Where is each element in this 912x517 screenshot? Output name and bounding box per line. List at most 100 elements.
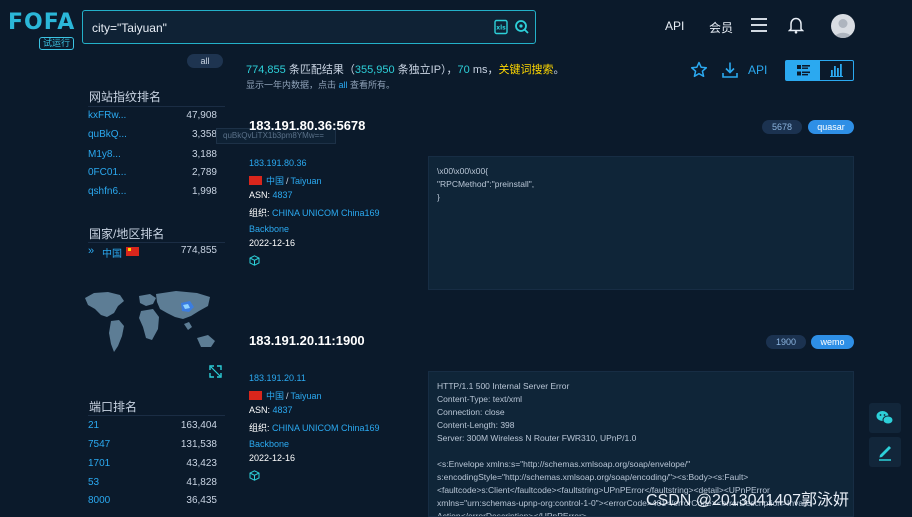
top-bar: FOFA 试运行 xls API 会员 (0, 0, 912, 52)
site-rank-row[interactable]: M1y8... 3,188 (88, 149, 217, 167)
result-org: 组织: CHINA UNICOM China169 Backbone (249, 205, 413, 237)
show-all-link[interactable]: all (339, 80, 348, 90)
country-rank-title: 国家/地区排名 (89, 227, 165, 241)
view-toggle (785, 60, 854, 81)
cube-icon[interactable] (249, 470, 260, 481)
site-rank-key[interactable]: 0FC01... (88, 167, 126, 178)
fofa-logo[interactable]: FOFA 试运行 (8, 10, 74, 50)
user-avatar[interactable] (831, 14, 855, 38)
feedback-button[interactable] (869, 437, 901, 467)
result-date: 2022-12-16 (249, 238, 296, 248)
product-tag[interactable]: wemo (811, 335, 854, 349)
site-rank-value: 2,789 (191, 167, 217, 178)
xlsx-icon[interactable]: xls (493, 19, 509, 35)
star-icon[interactable] (690, 61, 708, 79)
result-asn: ASN: 4837 (249, 190, 293, 200)
asn-label: ASN: (249, 405, 273, 415)
result-host[interactable]: 183.191.20.11:1900 (249, 333, 365, 348)
country-rank-row[interactable]: » 中国 774,855 (88, 245, 217, 261)
double-chevron-right-icon: » (88, 245, 95, 257)
chart-view-button[interactable] (820, 61, 853, 80)
keyword-search-link[interactable]: 关键词搜索 (499, 64, 554, 76)
result-city[interactable]: Taiyuan (291, 176, 322, 186)
site-rank-row[interactable]: qshfn6... 1,998 (88, 186, 217, 204)
query-time: 70 (457, 64, 470, 76)
stats-text: 。 (553, 64, 565, 76)
asn-value[interactable]: 4837 (273, 405, 293, 415)
product-tag[interactable]: quasar (808, 120, 854, 134)
result-card: 183.191.80.36:5678 5678 quasar 183.191.8… (240, 118, 860, 328)
wechat-button[interactable] (869, 403, 901, 433)
search-input[interactable] (92, 18, 482, 38)
site-rank-key[interactable]: kxFRw... (88, 110, 126, 121)
port-rank-key[interactable]: 53 (88, 477, 99, 488)
result-country[interactable]: 中国 (266, 391, 284, 401)
port-tag[interactable]: 5678 (762, 120, 802, 134)
site-rank-row[interactable]: 0FC01... 2,789 (88, 167, 217, 185)
list-view-button[interactable] (786, 61, 820, 80)
site-rank-title: 网站指纹排名 (89, 90, 162, 104)
sidebar: all 网站指纹排名 kxFRw... 47,908 quBkQ... 3,358 … (80, 52, 336, 517)
search-box: xls (82, 10, 536, 44)
logo-text: FOFA (8, 10, 76, 35)
cube-icon[interactable] (249, 255, 260, 266)
result-location: 中国 / Taiyuan (249, 174, 322, 187)
port-rank-key[interactable]: 7547 (88, 439, 110, 450)
result-org: 组织: CHINA UNICOM China169 Backbone (249, 420, 413, 452)
site-rank-key[interactable]: quBkQ... (88, 129, 127, 140)
nav-api-link[interactable]: API (665, 19, 684, 33)
api-link[interactable]: API (748, 63, 767, 77)
svg-text:xls: xls (496, 25, 506, 32)
result-host[interactable]: 183.191.80.36:5678 (249, 118, 365, 133)
sub-stats-text: 显示一年内数据，点击 (246, 80, 339, 90)
world-map[interactable] (80, 286, 225, 366)
logo-badge: 试运行 (39, 37, 74, 50)
result-sub-stats: 显示一年内数据，点击 all 查看所有。 (246, 78, 395, 91)
country-name[interactable]: 中国 (102, 245, 122, 260)
port-rank-row[interactable]: 53 41,828 (88, 477, 217, 495)
stats-text: 条独立IP）， (394, 64, 458, 76)
port-rank-row[interactable]: 8000 36,435 (88, 495, 217, 513)
nav-vip-link[interactable]: 会员 (709, 19, 733, 36)
port-rank-key[interactable]: 21 (88, 420, 99, 431)
download-icon[interactable] (721, 61, 739, 79)
result-country[interactable]: 中国 (266, 176, 284, 186)
result-ip[interactable]: 183.191.80.36 (249, 158, 307, 168)
port-rank-row[interactable]: 1701 43,423 (88, 458, 217, 476)
port-rank-title: 端口排名 (89, 400, 138, 414)
sub-stats-text: 查看所有。 (347, 80, 396, 90)
result-ip[interactable]: 183.191.20.11 (249, 373, 306, 383)
org-label: 组织: (249, 423, 273, 433)
port-rank-value: 41,828 (186, 477, 217, 488)
port-rank-key[interactable]: 8000 (88, 495, 110, 506)
site-rank-row[interactable]: kxFRw... 47,908 (88, 110, 217, 128)
stats-text: 条匹配结果（ (285, 64, 355, 76)
port-rank-value: 163,404 (180, 420, 217, 431)
expand-map-icon[interactable] (209, 365, 222, 378)
port-tag[interactable]: 1900 (766, 335, 806, 349)
total-count: 774,855 (246, 64, 286, 76)
site-rank-value: 1,998 (191, 186, 217, 197)
site-rank-key[interactable]: M1y8... (88, 149, 121, 160)
result-city[interactable]: Taiyuan (291, 391, 322, 401)
result-date: 2022-12-16 (249, 453, 296, 463)
site-rank-key[interactable]: qshfn6... (88, 186, 126, 197)
bell-icon[interactable] (787, 16, 805, 34)
search-icon[interactable] (514, 19, 530, 35)
asn-value[interactable]: 4837 (273, 190, 293, 200)
unique-ip-count: 355,950 (354, 64, 395, 76)
filter-all-pill[interactable]: all (187, 54, 223, 68)
port-rank-value: 43,423 (186, 458, 217, 469)
port-rank-key[interactable]: 1701 (88, 458, 110, 469)
divider (88, 106, 225, 107)
menu-icon[interactable] (750, 17, 768, 33)
site-rank-value: 3,358 (191, 129, 217, 140)
port-rank-row[interactable]: 21 163,404 (88, 420, 217, 438)
port-rank-row[interactable]: 7547 131,538 (88, 439, 217, 457)
stats-text: ms， (469, 64, 499, 76)
divider (88, 242, 225, 243)
site-rank-row[interactable]: quBkQ... 3,358 (88, 129, 217, 147)
org-label: 组织: (249, 208, 273, 218)
port-rank-value: 131,538 (180, 439, 217, 450)
divider (88, 415, 225, 416)
